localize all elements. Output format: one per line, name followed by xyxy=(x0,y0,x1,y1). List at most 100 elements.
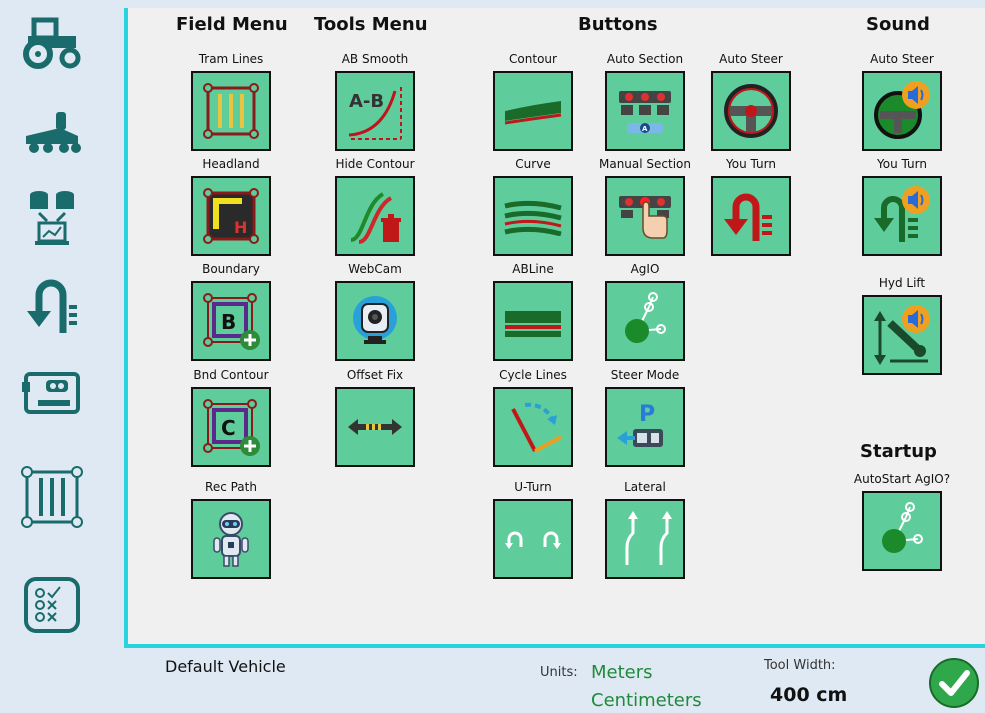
tram-lines-icon xyxy=(21,466,83,528)
offset-arrows-icon xyxy=(344,407,406,447)
sound-you-turn-toggle[interactable] xyxy=(862,176,942,256)
tile-label: Hyd Lift xyxy=(878,276,926,290)
tile-cycle-lines[interactable]: Cycle Lines xyxy=(493,367,573,467)
section-title-buttons: Buttons xyxy=(578,14,658,35)
svg-text:A: A xyxy=(642,125,648,133)
tile-auto-section[interactable]: Auto Section A xyxy=(605,51,685,151)
abline-toggle[interactable] xyxy=(493,281,573,361)
tool-width-value: 400 cm xyxy=(770,684,848,706)
u-turn-pair-icon xyxy=(501,519,565,559)
hide-contour-icon xyxy=(343,184,407,248)
cycle-lines-icon xyxy=(501,395,565,459)
curve-icon xyxy=(501,196,565,236)
tile-boundary[interactable]: Boundary B xyxy=(191,261,271,361)
tile-ab-smooth[interactable]: AB Smooth A-B xyxy=(335,51,415,151)
tile-label: ABLine xyxy=(512,262,554,276)
tile-label: WebCam xyxy=(348,262,402,276)
svg-text:P: P xyxy=(639,402,655,427)
units-meters-option[interactable]: Meters xyxy=(591,662,653,683)
tile-hide-contour[interactable]: Hide Contour xyxy=(335,156,415,256)
curve-toggle[interactable] xyxy=(493,176,573,256)
headland-toggle[interactable]: H xyxy=(191,176,271,256)
tile-you-turn[interactable]: You Turn xyxy=(711,156,791,256)
sidebar-uturn-button[interactable] xyxy=(16,275,88,337)
tile-label: Auto Steer xyxy=(719,52,783,66)
sidebar-vehicle-button[interactable] xyxy=(16,12,88,74)
sidebar-tram-button[interactable] xyxy=(16,466,88,528)
tile-contour[interactable]: Contour xyxy=(493,51,573,151)
sound-hyd-lift-toggle[interactable] xyxy=(862,295,942,375)
sound-auto-steer-toggle[interactable] xyxy=(862,71,942,151)
tile-steer-mode[interactable]: Steer Mode P xyxy=(605,367,685,467)
auto-section-toggle[interactable]: A xyxy=(605,71,685,151)
tile-label: Curve xyxy=(515,157,551,171)
tile-headland[interactable]: Headland H xyxy=(191,156,271,256)
svg-text:C: C xyxy=(221,416,236,440)
tram-lines-toggle[interactable] xyxy=(191,71,271,151)
auto-steer-toggle[interactable] xyxy=(711,71,791,151)
tile-label: Cycle Lines xyxy=(499,368,567,382)
steer-mode-icon: P xyxy=(613,395,677,459)
network-node-icon xyxy=(613,289,677,353)
tile-label: AutoStart AgIO? xyxy=(853,472,951,486)
bnd-contour-toggle[interactable]: C xyxy=(191,387,271,467)
sidebar-arduino-button[interactable] xyxy=(16,362,88,424)
cycle-lines-toggle[interactable] xyxy=(493,387,573,467)
webcam-toggle[interactable] xyxy=(335,281,415,361)
tile-abline[interactable]: ABLine xyxy=(493,261,573,361)
tile-auto-steer[interactable]: Auto Steer xyxy=(711,51,791,151)
lateral-arrows-icon xyxy=(613,507,677,571)
lateral-toggle[interactable] xyxy=(605,499,685,579)
tile-sound-you-turn[interactable]: You Turn xyxy=(862,156,942,256)
tile-label: Hide Contour xyxy=(335,157,415,171)
checkmark-icon xyxy=(928,658,980,713)
tile-label: You Turn xyxy=(877,157,927,171)
manual-section-icon xyxy=(613,184,677,248)
boundary-icon: B xyxy=(200,290,262,352)
ok-button[interactable] xyxy=(928,657,980,709)
hydraulic-lift-sound-icon xyxy=(870,303,934,367)
svg-text:H: H xyxy=(234,218,247,237)
tile-tram-lines[interactable]: Tram Lines xyxy=(191,51,271,151)
hide-contour-toggle[interactable] xyxy=(335,176,415,256)
you-turn-toggle[interactable] xyxy=(711,176,791,256)
boundary-toggle[interactable]: B xyxy=(191,281,271,361)
checklist-icon xyxy=(22,575,82,635)
manual-section-toggle[interactable] xyxy=(605,176,685,256)
webcam-icon xyxy=(344,290,406,352)
section-title-tools-menu: Tools Menu xyxy=(314,14,428,35)
sidebar-data-button[interactable] xyxy=(16,186,88,248)
tile-label: Contour xyxy=(509,52,557,66)
sidebar-features-button[interactable] xyxy=(16,574,88,636)
tile-bnd-contour[interactable]: Bnd Contour C xyxy=(191,367,271,467)
tile-lateral[interactable]: Lateral xyxy=(605,479,685,579)
autostart-agio-toggle[interactable] xyxy=(862,491,942,571)
section-title-sound: Sound xyxy=(866,14,930,35)
tile-u-turn[interactable]: U-Turn xyxy=(493,479,573,579)
tile-agio[interactable]: AgIO xyxy=(605,261,685,361)
rec-path-toggle[interactable] xyxy=(191,499,271,579)
tile-manual-section[interactable]: Manual Section xyxy=(599,156,691,256)
tile-rec-path[interactable]: Rec Path xyxy=(191,479,271,579)
tile-sound-auto-steer[interactable]: Auto Steer xyxy=(862,51,942,151)
tile-label: Manual Section xyxy=(598,157,691,171)
units-label: Units: xyxy=(540,665,578,680)
tile-autostart-agio[interactable]: AutoStart AgIO? xyxy=(854,471,950,571)
offset-fix-toggle[interactable] xyxy=(335,387,415,467)
you-turn-icon xyxy=(720,185,782,247)
contour-toggle[interactable] xyxy=(493,71,573,151)
tile-label: Lateral xyxy=(624,480,666,494)
agio-toggle[interactable] xyxy=(605,281,685,361)
tile-offset-fix[interactable]: Offset Fix xyxy=(335,367,415,467)
data-sources-icon xyxy=(27,187,77,247)
ab-smooth-icon: A-B xyxy=(343,79,407,143)
steer-mode-toggle[interactable]: P xyxy=(605,387,685,467)
u-turn-toggle[interactable] xyxy=(493,499,573,579)
ab-smooth-toggle[interactable]: A-B xyxy=(335,71,415,151)
ab-line-icon xyxy=(501,301,565,341)
sidebar-tool-button[interactable] xyxy=(16,100,88,162)
tile-curve[interactable]: Curve xyxy=(493,156,573,256)
tile-webcam[interactable]: WebCam xyxy=(335,261,415,361)
tile-sound-hyd-lift[interactable]: Hyd Lift xyxy=(862,275,942,375)
units-centimeters-option[interactable]: Centimeters xyxy=(591,690,702,711)
